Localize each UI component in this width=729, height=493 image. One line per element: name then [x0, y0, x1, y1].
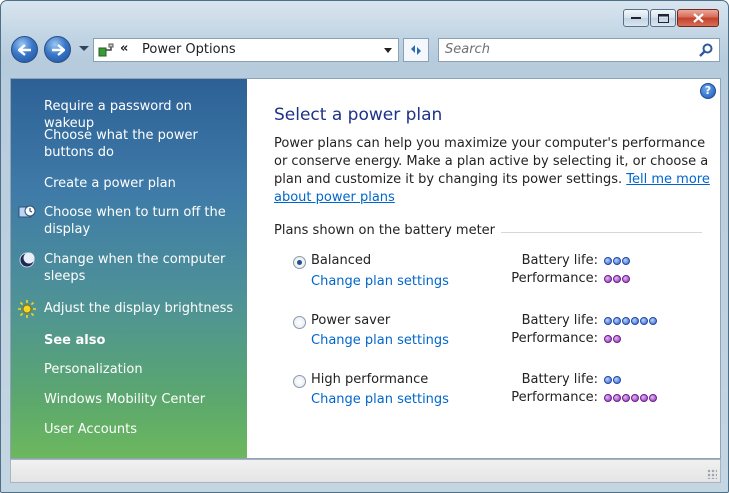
task-create-plan[interactable]: Create a power plan	[44, 175, 244, 192]
battery-life-dot	[604, 317, 612, 325]
high-performance-battery-dots	[604, 376, 621, 386]
balanced-performance-label: Performance:	[511, 271, 598, 286]
performance-dot	[613, 394, 621, 402]
power-saver-change-settings-link[interactable]: Change plan settings	[311, 333, 449, 348]
display-clock-icon	[18, 205, 36, 218]
task-power-buttons[interactable]: Choose what the power buttons do	[44, 127, 244, 161]
page-description: Power plans can help you maximize your c…	[274, 135, 714, 207]
see-also-heading: See also	[44, 333, 106, 348]
battery-life-dot	[613, 317, 621, 325]
maximize-icon	[657, 13, 669, 23]
minimize-button[interactable]	[623, 9, 649, 27]
resize-grip[interactable]	[707, 469, 717, 479]
battery-life-dot	[649, 317, 657, 325]
minimize-icon	[631, 17, 641, 19]
power-options-icon	[98, 43, 114, 57]
recent-pages-dropdown[interactable]	[79, 46, 89, 51]
breadcrumb-power-options[interactable]: Power Options	[142, 42, 236, 57]
power-saver-radio[interactable]	[293, 316, 306, 329]
refresh-icon	[411, 45, 421, 55]
moon-icon	[19, 252, 35, 268]
high-performance-performance-label: Performance:	[511, 390, 598, 405]
status-bar	[10, 459, 721, 483]
plan-name-power-saver[interactable]: Power saver	[311, 313, 390, 328]
performance-dot	[640, 394, 648, 402]
high-performance-change-settings-link[interactable]: Change plan settings	[311, 392, 449, 407]
high-performance-performance-dots	[604, 394, 657, 404]
page-title: Select a power plan	[274, 105, 443, 125]
close-button[interactable]	[677, 9, 719, 27]
task-display-brightness[interactable]: Adjust the display brightness	[44, 300, 244, 317]
high-performance-battery-label: Battery life:	[521, 372, 598, 387]
address-dropdown-arrow[interactable]	[384, 48, 392, 53]
performance-dot	[604, 335, 612, 343]
close-icon	[692, 13, 704, 23]
task-pane: Require a password on wakeup Choose what…	[11, 79, 247, 458]
task-computer-sleeps[interactable]: Change when the computer sleeps	[44, 251, 244, 285]
breadcrumb-overflow-icon[interactable]: «	[120, 41, 128, 56]
battery-life-dot	[622, 257, 630, 265]
performance-dot	[604, 394, 612, 402]
maximize-button[interactable]	[650, 9, 676, 27]
power-saver-battery-dots	[604, 317, 657, 327]
battery-life-dot	[604, 257, 612, 265]
see-also-user-accounts[interactable]: User Accounts	[44, 421, 244, 438]
help-icon[interactable]: ?	[700, 83, 716, 99]
main-panel: ? Select a power plan Power plans can he…	[247, 79, 720, 458]
power-options-window: « Power Options Search Require a passwor…	[0, 0, 729, 493]
back-arrow-icon	[17, 43, 31, 56]
search-placeholder: Search	[445, 42, 490, 57]
performance-dot	[613, 335, 621, 343]
battery-life-dot	[631, 317, 639, 325]
search-icon[interactable]	[698, 42, 714, 58]
power-saver-battery-label: Battery life:	[521, 313, 598, 328]
battery-life-dot	[640, 317, 648, 325]
balanced-performance-dots	[604, 275, 630, 285]
see-also-mobility-center[interactable]: Windows Mobility Center	[44, 391, 244, 408]
caption-buttons	[623, 9, 719, 27]
navigation-bar: « Power Options Search	[11, 35, 720, 67]
battery-life-dot	[613, 257, 621, 265]
power-saver-performance-dots	[604, 335, 621, 345]
forward-button[interactable]	[44, 36, 71, 63]
address-bar[interactable]: « Power Options	[93, 38, 399, 62]
performance-dot	[649, 394, 657, 402]
task-turn-off-display[interactable]: Choose when to turn off the display	[44, 204, 244, 238]
see-also-personalization[interactable]: Personalization	[44, 361, 244, 378]
balanced-battery-dots	[604, 257, 630, 267]
power-saver-performance-label: Performance:	[511, 331, 598, 346]
search-box[interactable]: Search	[438, 38, 720, 62]
battery-life-dot	[613, 376, 621, 384]
battery-life-dot	[622, 317, 630, 325]
content-area: Require a password on wakeup Choose what…	[10, 78, 721, 459]
forward-arrow-icon	[51, 43, 65, 56]
performance-dot	[622, 394, 630, 402]
high-performance-radio[interactable]	[293, 375, 306, 388]
performance-dot	[622, 275, 630, 283]
battery-life-dot	[604, 376, 612, 384]
balanced-battery-label: Battery life:	[521, 253, 598, 268]
back-button[interactable]	[11, 36, 38, 63]
refresh-button[interactable]	[403, 38, 429, 62]
performance-dot	[604, 275, 612, 283]
performance-dot	[631, 394, 639, 402]
plans-group-label: Plans shown on the battery meter	[274, 223, 502, 238]
plan-name-high-performance[interactable]: High performance	[311, 372, 428, 387]
performance-dot	[613, 275, 621, 283]
plan-name-balanced[interactable]: Balanced	[311, 253, 371, 268]
balanced-change-settings-link[interactable]: Change plan settings	[311, 274, 449, 289]
brightness-sun-icon	[18, 300, 36, 318]
balanced-radio[interactable]	[293, 256, 306, 269]
